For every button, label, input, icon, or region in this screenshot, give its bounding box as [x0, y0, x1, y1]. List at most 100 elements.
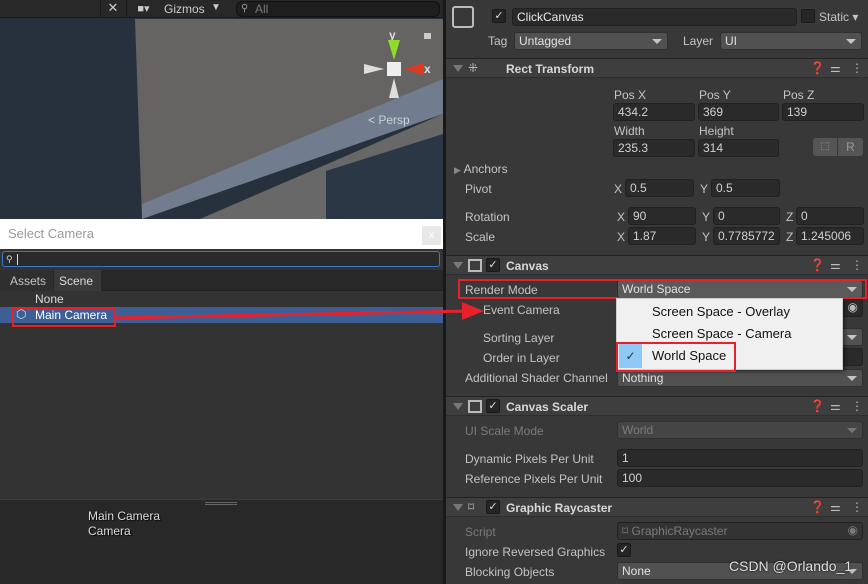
canvas-enabled-checkbox[interactable]: ✓: [486, 258, 500, 272]
canvas-icon: [468, 259, 482, 272]
static-checkbox[interactable]: [801, 9, 815, 23]
tab-scene[interactable]: Scene: [54, 270, 101, 291]
lock-icon[interactable]: [424, 33, 431, 39]
canvas-header[interactable]: ✓ Canvas ❓ ⚌ ⋮: [446, 255, 868, 275]
rotation-label: Rotation: [465, 210, 510, 224]
gizmo-y-cone[interactable]: [388, 40, 400, 60]
order-in-layer-label: Order in Layer: [483, 351, 560, 365]
scene-view[interactable]: ✕ ■▾ Gizmos ▼ ⚲ All y x < Persp: [0, 0, 443, 219]
close-button[interactable]: x: [422, 226, 441, 245]
rotation-x-field[interactable]: 90: [628, 207, 696, 225]
more-icon[interactable]: ⋮: [851, 61, 863, 75]
tab-assets[interactable]: Assets: [0, 270, 53, 291]
shader-channel-label: Additional Shader Channel: [465, 371, 608, 385]
dynamic-pixels-field[interactable]: 1: [617, 449, 863, 467]
reference-pixels-label: Reference Pixels Per Unit: [465, 472, 603, 486]
foldout-arrow-icon[interactable]: [453, 403, 463, 410]
raw-edit-button[interactable]: R: [838, 138, 863, 156]
presets-icon[interactable]: ⚌: [830, 399, 841, 413]
x-label: X: [614, 182, 623, 196]
list-item-none[interactable]: None: [0, 292, 443, 307]
x-label: X: [617, 230, 626, 244]
help-icon[interactable]: ❓: [810, 399, 825, 413]
pivot-x-field[interactable]: 0.5: [625, 179, 694, 197]
foldout-arrow-icon[interactable]: [453, 504, 463, 511]
layer-dropdown[interactable]: UI: [720, 32, 862, 50]
pos-x-label: Pos X: [614, 88, 647, 102]
presets-icon[interactable]: ⚌: [830, 258, 841, 272]
y-label: Y: [700, 182, 709, 196]
blueprint-mode-button[interactable]: ⬚: [813, 138, 837, 156]
search-icon: ⚲: [241, 3, 249, 14]
component-title: Canvas: [506, 259, 549, 273]
gizmo-x-label: x: [424, 62, 431, 76]
persp-label[interactable]: < Persp: [368, 113, 410, 127]
more-icon[interactable]: ⋮: [851, 399, 863, 413]
help-icon[interactable]: ❓: [810, 61, 825, 75]
scale-y-field[interactable]: 0.7785772: [713, 227, 780, 245]
sorting-layer-label: Sorting Layer: [483, 331, 555, 345]
layer-label: Layer: [683, 34, 714, 48]
pos-z-field[interactable]: 139: [782, 103, 864, 121]
ignore-reversed-checkbox[interactable]: ✓: [617, 543, 631, 557]
tab-label: Assets: [10, 274, 47, 288]
list-item-label: None: [35, 292, 64, 306]
pos-y-label: Pos Y: [699, 88, 731, 102]
component-title: Rect Transform: [506, 62, 595, 76]
annotation-box-world-space: [616, 342, 736, 372]
more-icon[interactable]: ⋮: [851, 258, 863, 272]
pos-x-field[interactable]: 434.2: [613, 103, 695, 121]
height-field[interactable]: 314: [698, 139, 779, 157]
search-placeholder: All: [255, 2, 269, 16]
pos-y-field[interactable]: 369: [698, 103, 779, 121]
foldout-arrow-icon[interactable]: [453, 65, 463, 72]
y-label: Y: [702, 230, 711, 244]
rect-transform-icon: ⁜: [468, 61, 479, 75]
active-checkbox[interactable]: ✓: [492, 9, 506, 23]
menu-item-overlay[interactable]: Screen Space - Overlay: [652, 305, 790, 319]
anchors-foldout[interactable]: ▶ Anchors: [454, 162, 508, 177]
gizmo-neg-y-cone[interactable]: [389, 78, 399, 98]
canvas-scaler-enabled-checkbox[interactable]: ✓: [486, 399, 500, 413]
foldout-arrow-icon[interactable]: [453, 262, 463, 269]
reference-pixels-field[interactable]: 100: [617, 469, 863, 487]
object-name-field[interactable]: ClickCanvas: [512, 8, 797, 26]
preview-area: Main Camera Camera: [0, 499, 443, 584]
more-icon[interactable]: ⋮: [851, 500, 863, 514]
width-field[interactable]: 235.3: [613, 139, 695, 157]
gizmo-neg-x-cone[interactable]: [364, 64, 384, 74]
object-picker-icon[interactable]: ◉: [848, 523, 858, 537]
rotation-y-field[interactable]: 0: [713, 207, 780, 225]
presets-icon[interactable]: ⚌: [830, 500, 841, 514]
gizmos-dropdown-icon[interactable]: ▼: [211, 2, 221, 13]
camera-icon[interactable]: ■▾: [126, 0, 160, 18]
rect-transform-header[interactable]: ⁜ Rect Transform ❓ ⚌ ⋮: [446, 58, 868, 78]
x-label: X: [617, 210, 626, 224]
canvas-scaler-header[interactable]: ✓ Canvas Scaler ❓ ⚌ ⋮: [446, 396, 868, 416]
tools-icon[interactable]: ✕: [100, 0, 125, 18]
z-label: Z: [786, 210, 794, 224]
raycaster-enabled-checkbox[interactable]: ✓: [486, 500, 500, 514]
menu-item-camera[interactable]: Screen Space - Camera: [652, 327, 791, 341]
preview-type: Camera: [88, 524, 131, 538]
ignore-reversed-label: Ignore Reversed Graphics: [465, 545, 606, 559]
rotation-z-field[interactable]: 0: [796, 207, 864, 225]
tag-dropdown[interactable]: Untagged: [514, 32, 668, 50]
gizmo-center[interactable]: [387, 62, 401, 76]
pivot-y-field[interactable]: 0.5: [711, 179, 780, 197]
scene-search[interactable]: ⚲ All: [236, 1, 440, 17]
splitter-handle[interactable]: [205, 502, 237, 505]
gizmos-button[interactable]: Gizmos: [164, 2, 205, 16]
graphic-raycaster-header[interactable]: ⌑ ✓ Graphic Raycaster ❓ ⚌ ⋮: [446, 497, 868, 517]
scale-z-field[interactable]: 1.245006: [796, 227, 864, 245]
gizmo-x-cone[interactable]: [404, 63, 424, 75]
object-picker-icon[interactable]: ◉: [848, 300, 858, 314]
help-icon[interactable]: ❓: [810, 500, 825, 514]
view-gizmo[interactable]: y x: [362, 28, 432, 100]
picker-title: Select Camera: [8, 226, 94, 241]
presets-icon[interactable]: ⚌: [830, 61, 841, 75]
help-icon[interactable]: ❓: [810, 258, 825, 272]
scale-x-field[interactable]: 1.87: [628, 227, 696, 245]
picker-search-input[interactable]: ⚲: [2, 251, 440, 267]
static-dropdown[interactable]: Static ▾: [819, 10, 858, 24]
